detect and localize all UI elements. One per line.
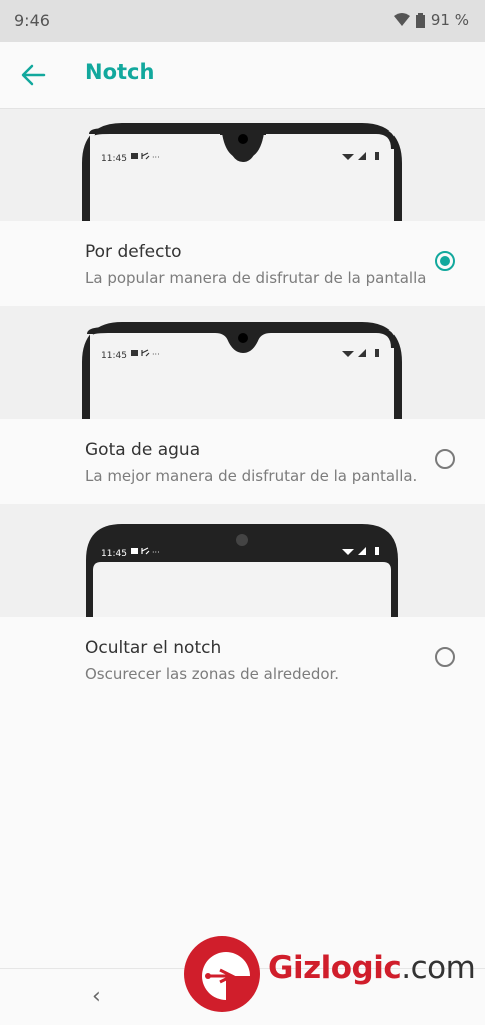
option-title: Por defecto <box>85 242 182 262</box>
option-title: Gota de agua <box>85 440 201 460</box>
option-por-defecto[interactable]: Por defecto La popular manera de disfrut… <box>0 221 485 306</box>
app-bar: Notch <box>0 42 485 109</box>
battery-percent: 91 % <box>430 11 469 29</box>
phone-preview-default-notch: 11:45 ··· <box>82 123 402 221</box>
back-arrow-icon[interactable] <box>20 62 46 88</box>
battery-icon <box>415 12 425 28</box>
option-gota-de-agua[interactable]: Gota de agua La mejor manera de disfruta… <box>0 419 485 504</box>
phone-preview-hide-notch: 11:45 ··· <box>86 524 398 617</box>
status-icons: 91 % <box>393 11 469 29</box>
mock-time-3: 11:45 <box>101 549 127 559</box>
option-title: Ocultar el notch <box>85 638 222 658</box>
preview-hide-notch: 11:45 ··· <box>0 504 485 617</box>
svg-text:···: ··· <box>152 153 160 162</box>
watermark-brand: Gizlogic.com <box>268 950 476 986</box>
option-ocultar-notch[interactable]: Ocultar el notch Oscurecer las zonas de … <box>0 617 485 702</box>
phone-preview-water-drop: 11:45 ··· <box>82 322 402 419</box>
status-bar: 9:46 91 % <box>0 0 485 42</box>
svg-text:···: ··· <box>152 350 160 359</box>
radio-unselected-icon[interactable] <box>435 647 455 667</box>
option-subtitle: Oscurecer las zonas de alrededor. <box>85 665 340 683</box>
watermark-logo: Gizlogic.com <box>180 928 480 1018</box>
option-subtitle: La popular manera de disfrutar de la pan… <box>85 269 427 287</box>
mock-time-2: 11:45 <box>101 351 127 361</box>
nav-back-icon[interactable]: ‹ <box>92 984 101 1009</box>
gizlogic-logo-icon <box>184 936 260 1012</box>
mock-time-1: 11:45 <box>101 154 127 164</box>
radio-selected-icon[interactable] <box>435 251 455 271</box>
wifi-icon <box>393 13 410 26</box>
svg-text:···: ··· <box>152 548 160 557</box>
status-time: 9:46 <box>14 11 50 30</box>
page-title: Notch <box>85 60 155 84</box>
preview-water-drop: 11:45 ··· <box>0 306 485 419</box>
radio-unselected-icon[interactable] <box>435 449 455 469</box>
preview-default: 11:45 ··· <box>0 109 485 221</box>
option-subtitle: La mejor manera de disfrutar de la panta… <box>85 467 418 485</box>
